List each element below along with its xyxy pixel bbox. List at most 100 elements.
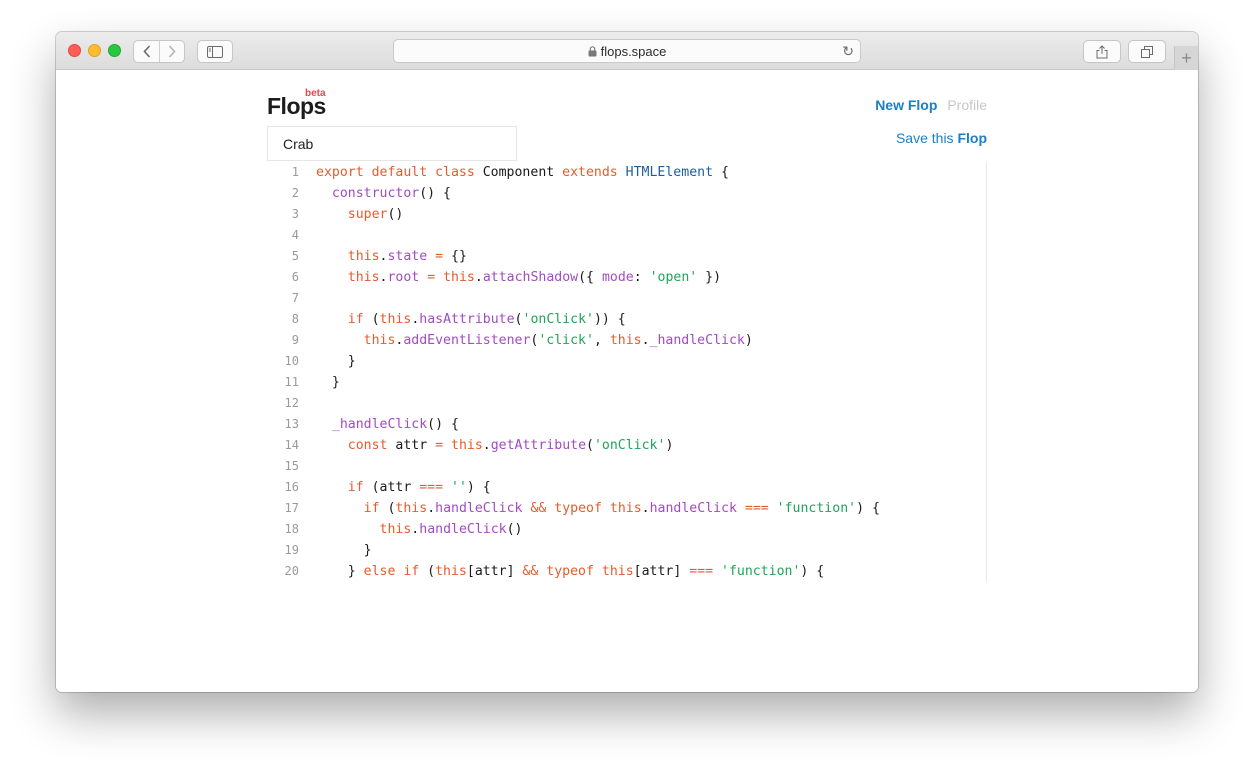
code-token: if (347, 480, 364, 495)
code-token: this (609, 501, 642, 516)
history-navigation (133, 40, 185, 63)
show-tabs-button[interactable] (1128, 40, 1166, 63)
code-token: ) { (856, 501, 880, 516)
share-button[interactable] (1083, 40, 1121, 63)
code-token: _handleClick (649, 333, 745, 348)
new-tab-button[interactable]: + (1174, 46, 1198, 70)
code-line[interactable]: if (this.handleClick && typeof this.hand… (316, 498, 880, 519)
code-token: . (427, 501, 436, 516)
code-line[interactable] (316, 288, 880, 309)
code-line[interactable] (316, 225, 880, 246)
code-line[interactable] (316, 393, 880, 414)
code-token: '' (451, 480, 467, 495)
code-token: && (530, 501, 547, 516)
code-line[interactable]: this.state = {} (316, 246, 880, 267)
code-token: ({ (578, 270, 602, 285)
code-token: ) { (466, 480, 491, 495)
code-editor[interactable]: 1 2 3 4 5 6 7 8 9 10 11 12 13 14 15 16 17 18 19 20 export d… (267, 162, 987, 582)
code-line[interactable]: super() (316, 204, 880, 225)
line-number: 20 (284, 564, 299, 578)
line-number: 8 (291, 312, 299, 326)
save-flop-link[interactable]: Save this Flop (896, 130, 987, 146)
beta-badge: beta (305, 88, 326, 99)
code-token: mode (601, 270, 634, 285)
code-line[interactable]: } (316, 351, 880, 372)
code-token: ( (363, 312, 380, 327)
code-token: [attr] (633, 564, 690, 579)
code-token: handleClick (649, 501, 737, 516)
code-line[interactable]: this.addEventListener('click', this._han… (316, 330, 880, 351)
lock-icon (588, 45, 597, 56)
code-line[interactable]: constructor() { (316, 183, 880, 204)
code-token: } (316, 564, 364, 579)
code-token: this (395, 501, 428, 516)
code-line[interactable]: const attr = this.getAttribute('onClick'… (316, 435, 880, 456)
sidebar-toggle-button[interactable] (197, 40, 233, 63)
code-line[interactable]: if (this.hasAttribute('onClick')) { (316, 309, 880, 330)
code-line[interactable]: this.root = this.attachShadow({ mode: 'o… (316, 267, 880, 288)
new-flop-link[interactable]: New Flop (875, 97, 937, 113)
profile-link[interactable]: Profile (947, 97, 987, 113)
code-token: this (363, 333, 396, 348)
code-line[interactable]: this.handleClick() (316, 519, 880, 540)
code-line[interactable]: if (attr === '') { (316, 477, 880, 498)
code-token: . (482, 438, 491, 453)
flop-name-input[interactable] (267, 126, 517, 161)
line-number: 5 (291, 249, 299, 263)
code-token: === (744, 501, 769, 516)
code-line[interactable]: } (316, 540, 880, 561)
code-token: if (347, 312, 364, 327)
line-number: 11 (284, 375, 299, 389)
minimize-window-button[interactable] (88, 44, 101, 57)
code-token: this (379, 522, 412, 537)
line-number: 2 (291, 186, 299, 200)
top-nav: New Flop Profile (875, 97, 987, 113)
code-line[interactable]: } else if (this[attr] && typeof this[att… (316, 561, 880, 582)
code-line[interactable]: } (316, 372, 880, 393)
close-window-button[interactable] (68, 44, 81, 57)
line-number: 6 (291, 270, 299, 284)
line-number: 12 (284, 396, 299, 410)
code-token: } (316, 375, 340, 390)
code-line[interactable]: export default class Component extends H… (316, 162, 880, 183)
code-token: 'onClick' (593, 438, 666, 453)
chevron-left-icon (142, 45, 150, 58)
code-token: ) (665, 438, 674, 453)
code-token: () (387, 207, 404, 222)
code-token: ( (586, 438, 594, 453)
code-token: extends (562, 165, 618, 180)
code-line[interactable] (316, 456, 880, 477)
address-bar[interactable]: flops.space ↻ (393, 39, 861, 63)
forward-button[interactable] (159, 41, 184, 62)
code-token: handleClick (419, 522, 507, 537)
line-number: 1 (291, 165, 299, 179)
back-button[interactable] (134, 41, 159, 62)
code-token: this (347, 249, 380, 264)
code-token: 'click' (538, 333, 594, 348)
code-token: else if (363, 564, 420, 579)
zoom-window-button[interactable] (108, 44, 121, 57)
line-number: 15 (284, 459, 299, 473)
code-token: , (593, 333, 610, 348)
line-number: 19 (284, 543, 299, 557)
code-token: const (347, 438, 388, 453)
code-token: hasAttribute (419, 312, 515, 327)
code-token: this (451, 438, 483, 453)
code-line[interactable]: _handleClick() { (316, 414, 880, 435)
code-content[interactable]: export default class Component extends H… (316, 162, 880, 582)
reload-icon[interactable]: ↻ (842, 43, 854, 60)
code-token: () { (419, 186, 451, 201)
plus-icon: + (1181, 47, 1192, 68)
code-token: . (641, 501, 650, 516)
code-token: this (347, 270, 380, 285)
